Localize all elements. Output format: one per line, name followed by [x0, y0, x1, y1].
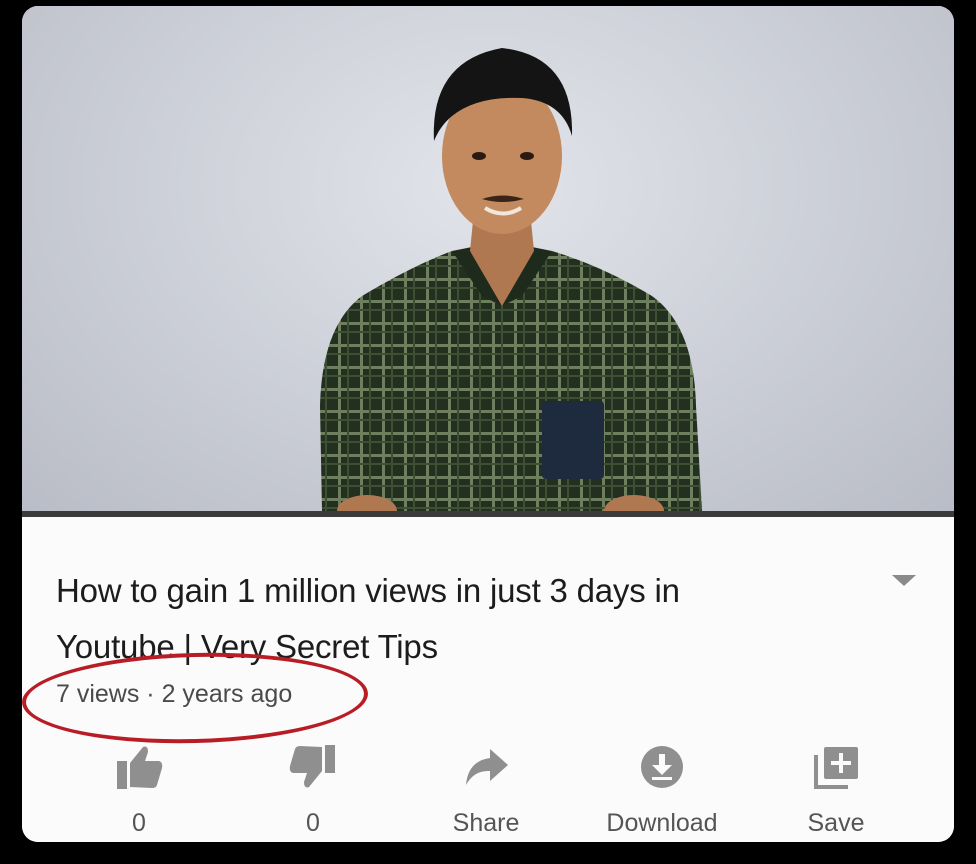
save-label: Save — [807, 809, 865, 837]
share-label: Share — [452, 809, 520, 837]
thumbs-down-icon — [289, 745, 335, 788]
video-title-line-1: How to gain 1 million views in just 3 da… — [56, 572, 680, 609]
video-card: How to gain 1 million views in just 3 da… — [22, 6, 954, 842]
thumbs-up-icon — [117, 746, 163, 789]
action-bar: 0 0 Share Download Save — [22, 743, 954, 842]
download-label: Download — [606, 809, 718, 837]
like-count: 0 — [132, 809, 146, 837]
video-info-panel: How to gain 1 million views in just 3 da… — [22, 523, 954, 842]
share-arrow-icon — [466, 749, 508, 785]
chevron-down-icon[interactable] — [892, 575, 916, 586]
dislike-count: 0 — [306, 809, 320, 837]
presenter-image — [320, 48, 702, 511]
video-meta: 7 views · 2 years ago — [56, 680, 293, 708]
like-button[interactable]: 0 — [64, 743, 214, 838]
playlist-add-icon — [814, 747, 858, 789]
thumbnail-bottom-edge — [22, 511, 954, 517]
save-button[interactable]: Save — [761, 743, 911, 838]
download-icon — [641, 746, 683, 788]
download-button[interactable]: Download — [587, 743, 737, 838]
share-button[interactable]: Share — [411, 743, 561, 838]
video-thumbnail[interactable] — [22, 6, 954, 517]
dislike-button[interactable]: 0 — [238, 743, 388, 838]
